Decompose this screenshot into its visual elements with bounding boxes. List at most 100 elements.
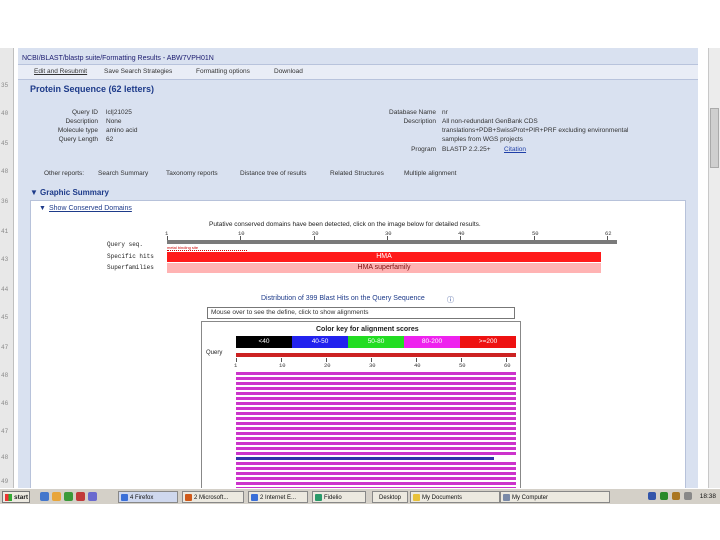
scrollbar-thumb[interactable] (710, 108, 719, 168)
hit-line[interactable] (236, 467, 516, 470)
axis-label: 50 (459, 362, 466, 369)
hit-line[interactable] (236, 402, 516, 405)
report-related-structures[interactable]: Related Structures (330, 170, 384, 177)
tray-volume-icon[interactable] (672, 492, 680, 500)
other-reports-label: Other reports: (44, 170, 85, 177)
vertical-scrollbar[interactable] (708, 48, 720, 488)
hit-line[interactable] (236, 437, 516, 440)
hit-line[interactable] (236, 377, 516, 380)
clock: 18:38 (699, 493, 716, 500)
cdd-graphic[interactable]: Query seq. 1 10 20 30 40 50 62 metal binding s… (51, 230, 621, 277)
hit-line[interactable] (236, 447, 516, 450)
distribution-title: Distribution of 399 Blast Hits on the Qu… (261, 295, 425, 302)
hit-line[interactable] (236, 442, 516, 445)
computer-icon (503, 494, 510, 501)
show-conserved-domains-link[interactable]: Show Conserved Domains (49, 205, 132, 212)
ruler-label: 50 (532, 230, 539, 237)
hit-line[interactable] (236, 387, 516, 390)
save-search-link[interactable]: Save Search Strategies (104, 68, 172, 75)
download-link[interactable]: Download (274, 68, 303, 75)
description-value: None (106, 118, 122, 125)
hit-line[interactable] (236, 412, 516, 415)
citation-link[interactable]: Citation (504, 146, 526, 153)
gutter-number: 44 (1, 286, 9, 293)
taskbar-label: My Computer (512, 495, 549, 501)
ruler-label: 1 (165, 230, 169, 237)
hit-line[interactable] (236, 457, 494, 460)
molecule-type-label: Molecule type (57, 127, 98, 134)
quicklaunch-app-icon[interactable] (76, 492, 85, 501)
report-distance-tree[interactable]: Distance tree of results (240, 170, 306, 177)
taskbar-my-documents[interactable]: My Documents (410, 491, 500, 503)
hit-line[interactable] (236, 452, 516, 455)
color-key-swatch: <40 (236, 336, 292, 348)
hit-line[interactable] (236, 472, 516, 475)
report-multiple-alignment[interactable]: Multiple alignment (404, 170, 456, 177)
hit-line[interactable] (236, 477, 516, 480)
hit-line[interactable] (236, 462, 516, 465)
axis-label: 1 (234, 362, 238, 369)
other-reports-row: Other reports: Search Summary Taxonomy r… (18, 170, 698, 180)
quicklaunch-media-icon[interactable] (64, 492, 73, 501)
query-axis: 1 10 20 30 40 50 60 (234, 358, 516, 369)
start-button[interactable]: start (2, 491, 30, 503)
db-description-line: All non-redundant GenBank CDS (442, 118, 538, 125)
taskbar-label: Desktop (379, 495, 402, 501)
taskbar-internet-explorer[interactable]: 2 Internet E... (248, 491, 308, 503)
hma-specific-hit[interactable]: HMA (167, 252, 601, 262)
quicklaunch-folder-icon[interactable] (52, 492, 61, 501)
hit-line[interactable] (236, 397, 516, 400)
gutter-number: 46 (1, 400, 9, 407)
taskbar-my-computer[interactable]: My Computer (500, 491, 610, 503)
tray-network-icon[interactable] (660, 492, 668, 500)
hit-line[interactable] (236, 392, 516, 395)
color-key: <40 40-50 50-80 80-200 >=200 (236, 336, 516, 348)
taskbar-firefox[interactable]: 4 Firefox (118, 491, 178, 503)
color-key-swatch: >=200 (460, 336, 516, 348)
help-icon[interactable]: ⓘ (447, 295, 454, 305)
formatting-options-link[interactable]: Formatting options (196, 68, 250, 75)
alignment-hover-field[interactable]: Mouse over to see the define, click to s… (207, 307, 515, 319)
program-value: BLASTP 2.2.25+ (442, 146, 491, 153)
hit-lines[interactable] (236, 372, 516, 488)
tray-app-icon[interactable] (684, 492, 692, 500)
taskbar-label: 2 Internet E... (260, 495, 297, 501)
hit-line[interactable] (236, 422, 516, 425)
hit-line[interactable] (236, 427, 516, 430)
ruler-label: 30 (385, 230, 392, 237)
ruler-label: 62 (605, 230, 612, 237)
blast-results-panel: NCBI/BLAST/blastp suite/Formatting Resul… (18, 48, 698, 488)
quicklaunch-ie-icon[interactable] (40, 492, 49, 501)
expand-arrow-icon[interactable]: ▼ (39, 205, 46, 212)
graphic-summary-heading[interactable]: Graphic Summary (40, 188, 109, 197)
taskbar-desktop[interactable]: Desktop (372, 491, 408, 503)
hit-line[interactable] (236, 407, 516, 410)
hit-line[interactable] (236, 482, 516, 485)
color-key-swatch: 50-80 (348, 336, 404, 348)
gutter-number: 47 (1, 428, 9, 435)
report-search-summary[interactable]: Search Summary (98, 170, 148, 177)
taskbar-fidelio[interactable]: Fidelio (312, 491, 366, 503)
query-length-label: Query Length (58, 136, 98, 143)
query-axis-label: Query (206, 350, 223, 356)
hit-line[interactable] (236, 372, 516, 375)
color-key-swatch: 80-200 (404, 336, 460, 348)
hit-distribution-chart[interactable]: Color key for alignment scores <40 40-50 5… (201, 321, 521, 488)
hit-line[interactable] (236, 417, 516, 420)
graphic-summary-box: ▼ Show Conserved Domains Putative conser… (30, 200, 686, 488)
gutter-number: 47 (1, 344, 9, 351)
gutter-number: 49 (1, 478, 9, 485)
gutter-number: 48 (1, 454, 9, 461)
edit-resubmit-link[interactable]: Edit and Resubmit (34, 68, 87, 75)
report-taxonomy[interactable]: Taxonomy reports (166, 170, 218, 177)
hma-superfamily-hit[interactable]: HMA superfamily (167, 263, 601, 273)
hit-line[interactable] (236, 382, 516, 385)
quicklaunch-desktop-icon[interactable] (88, 492, 97, 501)
tray-language-icon[interactable] (648, 492, 656, 500)
ruler-label: 20 (312, 230, 319, 237)
collapse-arrow-icon[interactable]: ▼ (30, 188, 38, 197)
binding-site-track: metal binding site (167, 245, 247, 251)
hit-line[interactable] (236, 432, 516, 435)
axis-label: 60 (504, 362, 511, 369)
taskbar-microsoft[interactable]: 2 Microsoft... (182, 491, 244, 503)
